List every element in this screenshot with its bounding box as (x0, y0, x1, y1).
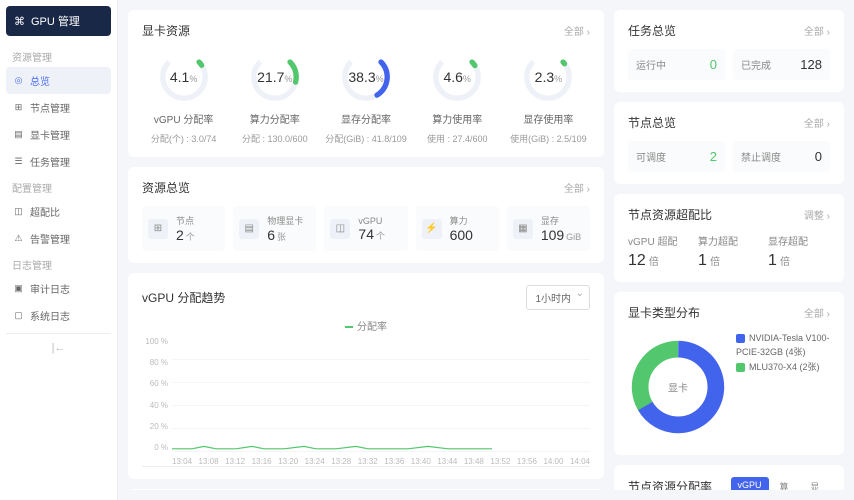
nav-group-label: 配置管理 (6, 175, 111, 198)
sidebar: ⌘ GPU 管理 资源管理 ◎ 总览 ⊞ 节点管理 ▤ 显卡管理 ☰ 任务管理配置管理 ◫ 超配比 ⚠… (0, 0, 118, 500)
stat-box: ⚡算力600 (416, 206, 499, 251)
resource-overview-card: 资源总览 全部 › ⊞节点2个▤物理显卡6张◫vGPU74个⚡算力600▦显存1… (128, 167, 604, 263)
nav-label: 告警管理 (30, 231, 70, 246)
stat-icon: ▤ (239, 219, 259, 239)
sidebar-item-audit[interactable]: ▣ 审计日志 (6, 275, 111, 302)
gpu-distribution-card: 显卡类型分布 全部 › 显卡 NVIDIA-Tesla V100-PCIE-32… (614, 292, 844, 455)
stat-icon: ⚡ (422, 219, 442, 239)
nav-label: 节点管理 (30, 100, 70, 115)
gauge: 21.7%算力分配率分配 : 130.0/600 (233, 49, 316, 145)
node-icon: ⊞ (13, 102, 24, 113)
legend-item: NVIDIA-Tesla V100-PCIE-32GB (4张) (736, 331, 830, 360)
sidebar-item-overc[interactable]: ◫ 超配比 (6, 198, 111, 225)
schedulable-nodes: 可调度2 (628, 141, 725, 172)
audit-icon: ▣ (13, 283, 24, 294)
card-title: 节点总览 (628, 114, 676, 131)
nav-group-label: 资源管理 (6, 44, 111, 67)
nav-label: 任务管理 (30, 154, 70, 169)
alert-icon: ⚠ (13, 233, 24, 244)
card-title: 任务总览 (628, 22, 676, 39)
stat-box: ▦显存109GiB (507, 206, 590, 251)
stat-icon: ⊞ (148, 219, 168, 239)
chart-legend: 分配率 (142, 318, 590, 333)
stat-box: ▤物理显卡6张 (233, 206, 316, 251)
tab-vGPU[interactable]: vGPU (731, 477, 769, 490)
overcommit-card: 节点资源超配比 调整 › vGPU 超配12 倍算力超配1 倍显存超配1 倍 (614, 194, 844, 282)
main: 显卡资源 全部 › 4.1%vGPU 分配率分配(个) : 3.0/7421.7… (118, 0, 854, 500)
nav-label: 审计日志 (30, 281, 70, 296)
overcommit-item: 算力超配1 倍 (698, 233, 760, 270)
donut-chart: 显卡 (628, 337, 728, 437)
done-tasks: 已完成128 (733, 49, 830, 80)
task-icon: ☰ (13, 156, 24, 167)
nav-label: 显卡管理 (30, 127, 70, 142)
overview-icon: ◎ (13, 75, 24, 86)
sidebar-item-overview[interactable]: ◎ 总览 (6, 67, 111, 94)
all-link[interactable]: 全部 › (804, 305, 830, 320)
overc-icon: ◫ (13, 206, 24, 217)
gauge: 38.3%显存分配率分配(GiB) : 41.8/109 (324, 49, 407, 145)
vgpu-trend-card: vGPU 分配趋势 1小时内 分配率 100 %80 %60 %40 %20 %… (128, 273, 604, 479)
brand: ⌘ GPU 管理 (6, 6, 111, 36)
legend-item: MLU370-X4 (2张) (736, 360, 830, 374)
nav-label: 总览 (30, 73, 50, 88)
nav-group-label: 日志管理 (6, 252, 111, 275)
gauge: 2.3%显存使用率使用(GiB) : 2.5/109 (507, 49, 590, 145)
all-link[interactable]: 全部 › (564, 180, 590, 195)
brand-text: GPU 管理 (31, 13, 80, 29)
tab-算力[interactable]: 算力 (773, 477, 800, 490)
stat-icon: ◫ (330, 219, 350, 239)
tab-显存[interactable]: 显存 (803, 477, 830, 490)
sidebar-item-task[interactable]: ☰ 任务管理 (6, 148, 111, 175)
card-title: 节点资源分配率 Top5 (628, 478, 731, 491)
line-chart: 100 %80 %60 %40 %20 %0 % 13:0413:0813:12… (142, 337, 590, 467)
gauge: 4.1%vGPU 分配率分配(个) : 3.0/74 (142, 49, 225, 145)
overcommit-item: vGPU 超配12 倍 (628, 233, 690, 270)
card-title: 资源总览 (142, 179, 190, 196)
all-link[interactable]: 全部 › (804, 23, 830, 38)
card-title: 显卡类型分布 (628, 304, 700, 321)
card-title: 显卡资源 (142, 22, 190, 39)
sys-icon: ▢ (13, 310, 24, 321)
brand-icon: ⌘ (14, 15, 25, 28)
running-tasks: 运行中0 (628, 49, 725, 80)
time-range-select[interactable]: 1小时内 (526, 285, 590, 310)
gpu-icon: ▤ (13, 129, 24, 140)
card-title: vGPU 分配趋势 (142, 289, 225, 306)
top5-card: 节点资源分配率 Top5 vGPU 算力显存 (614, 465, 844, 490)
truncated-card: 算力分配/使用趋势 (128, 489, 604, 490)
overcommit-item: 显存超配1 倍 (768, 233, 830, 270)
sidebar-item-sys[interactable]: ▢ 系统日志 (6, 302, 111, 329)
all-link[interactable]: 全部 › (564, 23, 590, 38)
stat-box: ⊞节点2个 (142, 206, 225, 251)
gauge: 4.6%算力使用率使用 : 27.4/600 (416, 49, 499, 145)
nav-label: 超配比 (30, 204, 60, 219)
nav-label: 系统日志 (30, 308, 70, 323)
gpu-resources-card: 显卡资源 全部 › 4.1%vGPU 分配率分配(个) : 3.0/7421.7… (128, 10, 604, 157)
node-overview-card: 节点总览 全部 › 可调度2 禁止调度0 (614, 102, 844, 184)
sidebar-item-node[interactable]: ⊞ 节点管理 (6, 94, 111, 121)
stat-icon: ▦ (513, 219, 533, 239)
all-link[interactable]: 全部 › (804, 115, 830, 130)
sidebar-item-gpu[interactable]: ▤ 显卡管理 (6, 121, 111, 148)
sidebar-item-alert[interactable]: ⚠ 告警管理 (6, 225, 111, 252)
adjust-link[interactable]: 调整 › (804, 207, 830, 222)
unschedulable-nodes: 禁止调度0 (733, 141, 830, 172)
collapse-sidebar[interactable]: |← (6, 333, 111, 362)
stat-box: ◫vGPU74个 (324, 206, 407, 251)
task-overview-card: 任务总览 全部 › 运行中0 已完成128 (614, 10, 844, 92)
card-title: 节点资源超配比 (628, 206, 712, 223)
